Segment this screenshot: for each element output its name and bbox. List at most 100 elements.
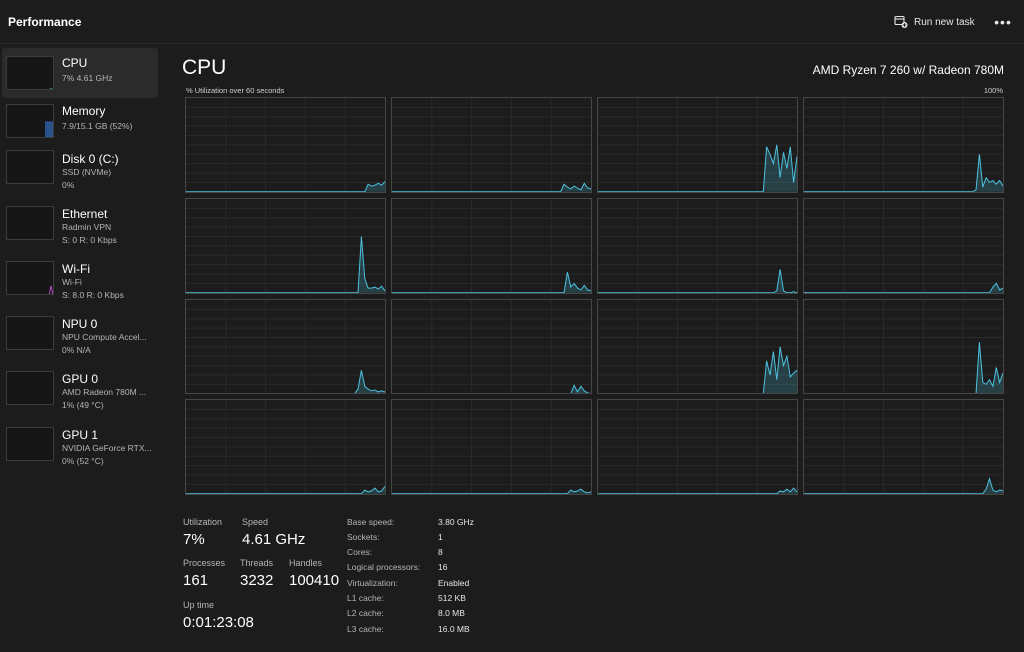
cpu-model-name: AMD Ryzen 7 260 w/ Radeon 780M	[812, 63, 1004, 77]
utilization-line	[186, 486, 385, 494]
sidebar-item-detail: NVIDIA GeForce RTX...	[62, 443, 152, 453]
spec-value: 16	[438, 562, 448, 572]
gpu1-thumbnail-graph	[6, 427, 54, 461]
sidebar-item-label: CPU	[62, 56, 88, 70]
sidebar-item-gpu-1[interactable]: GPU 1 NVIDIA GeForce RTX... 0% (52 °C)	[2, 423, 158, 473]
sidebar-item-npu-0[interactable]: NPU 0 NPU Compute Accel... 0% N/A	[2, 312, 158, 362]
utilization-area	[392, 271, 591, 293]
logical-processor-graphs	[185, 97, 1004, 495]
memory-thumbnail-graph	[6, 104, 54, 138]
core-graph	[391, 399, 592, 495]
sidebar-item-cpu[interactable]: CPU 7% 4.61 GHz	[2, 48, 158, 98]
utilization-area	[392, 489, 591, 494]
utilization-area	[598, 269, 797, 293]
core-graph-plot	[598, 299, 797, 394]
utilization-line	[186, 369, 385, 394]
sidebar: CPU 7% 4.61 GHz Memory 7.9/15.1 GB (52%)…	[0, 46, 162, 652]
sidebar-item-memory[interactable]: Memory 7.9/15.1 GB (52%)	[2, 96, 158, 146]
disk-thumbnail-graph	[6, 150, 54, 184]
sidebar-item-label: Disk 0 (C:)	[62, 152, 119, 166]
utilization-area	[804, 283, 1003, 293]
core-graph	[391, 298, 592, 395]
spec-label: Cores:	[347, 547, 373, 557]
utilization-line	[392, 182, 591, 192]
processes-label: Processes	[183, 558, 226, 568]
sidebar-item-value: S: 0 R: 0 Kbps	[62, 235, 117, 245]
spec-label: Base speed:	[347, 517, 395, 527]
graph-caption: % Utilization over 60 seconds	[186, 86, 285, 95]
core-graph	[391, 97, 592, 193]
sidebar-item-detail: AMD Radeon 780M ...	[62, 387, 147, 397]
core-graph-plot	[186, 400, 385, 494]
handles-label: Handles	[289, 558, 323, 568]
sidebar-item-gpu-0[interactable]: GPU 0 AMD Radeon 780M ... 1% (49 °C)	[2, 367, 158, 417]
sidebar-item-detail: SSD (NVMe)	[62, 167, 112, 177]
core-graph-plot	[804, 400, 1003, 494]
more-options-icon[interactable]: •••	[990, 11, 1016, 33]
processes-value: 161	[183, 572, 209, 589]
core-graph-plot	[804, 299, 1003, 394]
spec-label: Virtualization:	[347, 578, 398, 588]
spec-value: 16.0 MB	[438, 624, 470, 634]
sidebar-item-label: NPU 0	[62, 317, 98, 331]
core-graph-plot	[598, 98, 797, 192]
speed-value: 4.61 GHz	[242, 531, 306, 548]
core-graph	[185, 97, 386, 193]
spec-label: L2 cache:	[347, 608, 384, 618]
core-graph-plot	[392, 98, 591, 192]
sidebar-item-detail: Radmin VPN	[62, 222, 112, 232]
core-graph-plot	[186, 299, 385, 394]
core-graph	[597, 298, 798, 395]
page-title: Performance	[8, 15, 82, 29]
utilization-area	[598, 144, 797, 192]
graph-max-label: 100%	[983, 86, 1003, 95]
sidebar-item-detail: NPU Compute Accel...	[62, 332, 147, 342]
core-graph	[185, 298, 386, 395]
utilization-line	[186, 181, 385, 192]
core-graph	[803, 97, 1004, 193]
utilization-area	[186, 369, 385, 394]
utilization-line	[598, 268, 797, 293]
core-graph	[185, 197, 386, 294]
gpu0-thumbnail-graph	[6, 371, 54, 405]
wifi-thumbnail-graph	[6, 261, 54, 295]
core-graph-plot	[392, 400, 591, 494]
utilization-line	[804, 477, 1003, 494]
core-graph	[597, 97, 798, 193]
core-graph-plot	[392, 198, 591, 293]
utilization-area	[392, 384, 591, 394]
sidebar-item-label: Ethernet	[62, 207, 108, 221]
run-new-task-button[interactable]: Run new task	[894, 11, 975, 33]
utilization-value: 7%	[183, 531, 205, 548]
spec-value: 8.0 MB	[438, 608, 465, 618]
spec-label: L1 cache:	[347, 593, 384, 603]
sidebar-item-label: GPU 0	[62, 372, 99, 386]
utilization-line	[804, 341, 1003, 394]
core-graph-plot	[186, 198, 385, 293]
thumbnail-fill	[45, 121, 53, 137]
spec-value: 512 KB	[438, 593, 466, 603]
sidebar-item-label: Wi-Fi	[62, 262, 90, 276]
utilization-line	[392, 488, 591, 494]
utilization-area	[598, 346, 797, 394]
sidebar-item-ethernet[interactable]: Ethernet Radmin VPN S: 0 R: 0 Kbps	[2, 202, 158, 252]
thumbnail-line	[49, 87, 53, 89]
run-task-icon	[894, 15, 908, 29]
ethernet-thumbnail-graph	[6, 206, 54, 240]
threads-value: 3232	[240, 572, 274, 589]
sidebar-item-label: Memory	[62, 104, 106, 118]
sidebar-item-detail: 7% 4.61 GHz	[62, 73, 113, 83]
title-bar: Performance Run new task •••	[0, 0, 1024, 44]
utilization-label: Utilization	[183, 517, 223, 527]
spec-value: 8	[438, 547, 443, 557]
sidebar-item-detail: Wi-Fi	[62, 277, 82, 287]
sidebar-item-disk-0[interactable]: Disk 0 (C:) SSD (NVMe) 0%	[2, 146, 158, 196]
core-graph-plot	[392, 299, 591, 394]
core-graph-plot	[186, 98, 385, 192]
spec-value: 1	[438, 532, 443, 542]
core-graph-plot	[804, 98, 1003, 192]
utilization-line	[392, 271, 591, 293]
core-graph-plot	[598, 198, 797, 293]
thumbnail-line	[7, 404, 54, 405]
sidebar-item-wifi[interactable]: Wi-Fi Wi-Fi S: 8.0 R: 0 Kbps	[2, 257, 158, 307]
